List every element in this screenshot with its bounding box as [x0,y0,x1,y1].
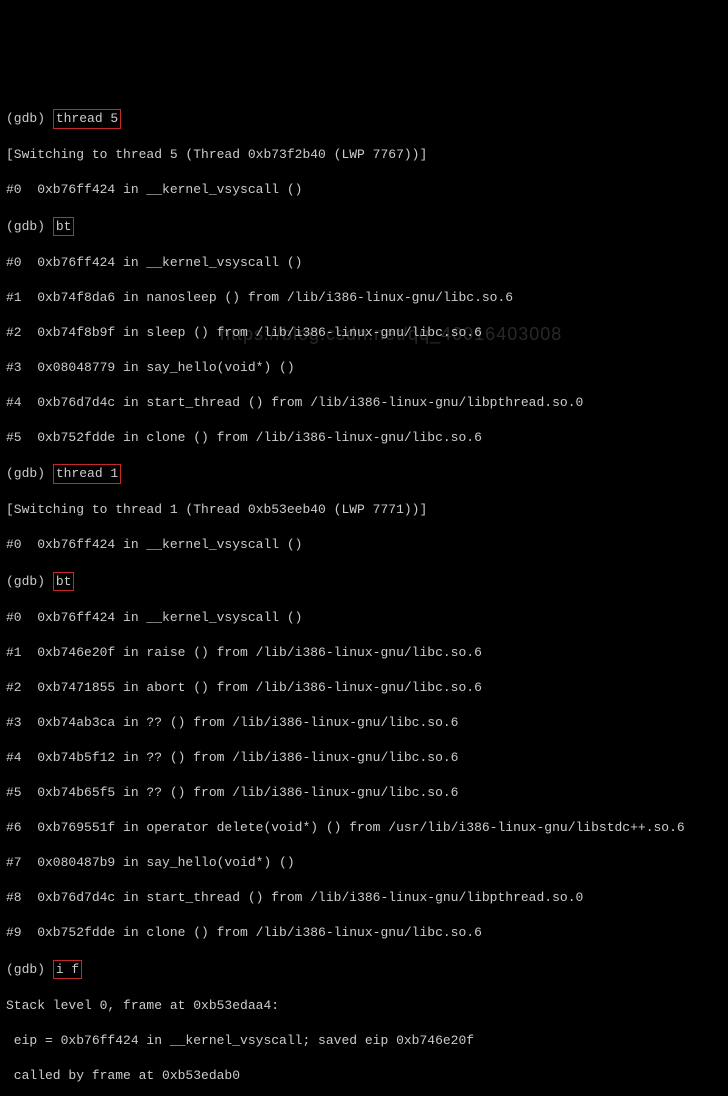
bt-line: #6 0xb769551f in operator delete(void*) … [6,819,722,837]
bt-line: #4 0xb76d7d4c in start_thread () from /l… [6,394,722,412]
terminal-line: (gdb) i f [6,960,722,980]
bt-line: #4 0xb74b5f12 in ?? () from /lib/i386-li… [6,749,722,767]
cmd-bt1: bt [53,217,75,237]
bt-line: #5 0xb752fdde in clone () from /lib/i386… [6,429,722,447]
terminal-line: [Switching to thread 1 (Thread 0xb53eeb4… [6,501,722,519]
bt-line: #8 0xb76d7d4c in start_thread () from /l… [6,889,722,907]
bt-line: #0 0xb76ff424 in __kernel_vsyscall () [6,609,722,627]
terminal-line: (gdb) thread 1 [6,464,722,484]
terminal-line: [Switching to thread 5 (Thread 0xb73f2b4… [6,146,722,164]
gdb-prompt: (gdb) [6,466,45,481]
bt-line: #3 0x08048779 in say_hello(void*) () [6,359,722,377]
gdb-prompt: (gdb) [6,219,45,234]
bt-line: #0 0xb76ff424 in __kernel_vsyscall () [6,254,722,272]
terminal-line: #0 0xb76ff424 in __kernel_vsyscall () [6,181,722,199]
terminal-line: (gdb) bt [6,217,722,237]
bt-line: #2 0xb74f8b9f in sleep () from /lib/i386… [6,324,722,342]
cmd-if: i f [53,960,82,980]
terminal-line: #0 0xb76ff424 in __kernel_vsyscall () [6,536,722,554]
bt-line: #1 0xb74f8da6 in nanosleep () from /lib/… [6,289,722,307]
info-line: eip = 0xb76ff424 in __kernel_vsyscall; s… [6,1032,722,1050]
gdb-prompt: (gdb) [6,111,45,126]
gdb-prompt: (gdb) [6,574,45,589]
cmd-bt2: bt [53,572,75,592]
bt-line: #9 0xb752fdde in clone () from /lib/i386… [6,924,722,942]
cmd-thread1: thread 1 [53,464,121,484]
bt-line: #7 0x080487b9 in say_hello(void*) () [6,854,722,872]
bt-line: #2 0xb7471855 in abort () from /lib/i386… [6,679,722,697]
gdb-prompt: (gdb) [6,962,45,977]
bt-line: #3 0xb74ab3ca in ?? () from /lib/i386-li… [6,714,722,732]
terminal-line: (gdb) bt [6,572,722,592]
info-line: Stack level 0, frame at 0xb53edaa4: [6,997,722,1015]
cmd-thread5: thread 5 [53,109,121,129]
bt-line: #1 0xb746e20f in raise () from /lib/i386… [6,644,722,662]
terminal-line: (gdb) thread 5 [6,109,722,129]
bt-line: #5 0xb74b65f5 in ?? () from /lib/i386-li… [6,784,722,802]
info-line: called by frame at 0xb53edab0 [6,1067,722,1085]
